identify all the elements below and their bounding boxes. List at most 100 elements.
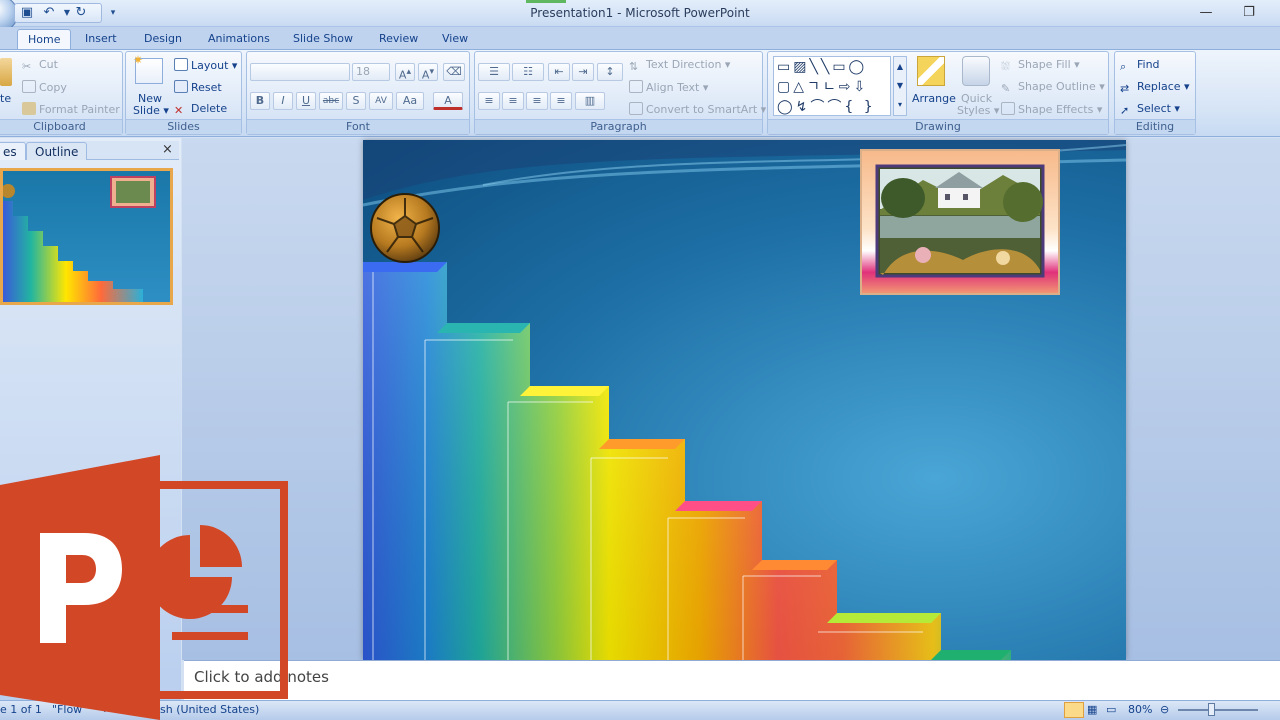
align-text-icon (629, 80, 643, 93)
numbering-button[interactable]: ☷ (512, 63, 544, 81)
select-label: Select (1137, 102, 1171, 115)
effects-icon (1001, 102, 1015, 115)
tab-review[interactable]: Review (369, 29, 428, 49)
align-left-button[interactable]: ≡ (478, 92, 500, 110)
clipboard-label: Clipboard (0, 119, 122, 134)
cut-button[interactable]: ✂ Cut (22, 58, 58, 73)
replace-icon: ⇄ (1120, 82, 1130, 95)
find-label: Find (1137, 58, 1160, 71)
tab-design[interactable]: Design (134, 29, 192, 49)
quick-styles-icon[interactable] (962, 56, 990, 86)
font-label: Font (247, 119, 469, 134)
decrease-indent-button[interactable]: ⇤ (548, 63, 570, 81)
copy-icon (22, 80, 36, 93)
slide-thumbnail[interactable] (0, 168, 173, 305)
tab-outline[interactable]: Outline (26, 142, 88, 160)
shape-effects-button[interactable]: Shape Effects ▾ (1001, 102, 1102, 116)
justify-button[interactable]: ≡ (550, 92, 572, 110)
bold-button[interactable]: B (250, 92, 270, 110)
reset-button[interactable]: Reset (174, 80, 222, 94)
tab-slides[interactable]: es (0, 142, 26, 160)
clear-format-icon[interactable]: ⌫ (443, 63, 465, 81)
italic-button[interactable]: I (273, 92, 293, 110)
align-text-button[interactable]: Align Text ▾ (629, 80, 708, 94)
change-case-button[interactable]: Aa (396, 92, 424, 110)
shadow-button[interactable]: S (346, 92, 366, 110)
zoom-level[interactable]: 80% (1128, 703, 1152, 716)
zoom-out-icon[interactable]: ⊖ (1160, 703, 1169, 716)
shrink-font-button[interactable]: A▾ (418, 63, 438, 82)
font-size-input[interactable]: 18 (352, 63, 390, 81)
layout-button[interactable]: Layout ▾ (174, 58, 237, 72)
restore-icon[interactable]: ❐ (1238, 3, 1260, 23)
tab-animations[interactable]: Animations (198, 29, 280, 49)
drawing-label: Drawing (768, 119, 1108, 134)
copy-label: Copy (39, 81, 67, 94)
brush-icon (22, 102, 36, 115)
copy-button[interactable]: Copy (22, 80, 67, 94)
tab-home[interactable]: Home (17, 29, 72, 49)
new-slide-label-2[interactable]: Slide ▾ (133, 104, 169, 117)
font-name-input[interactable] (250, 63, 350, 81)
text-direction-icon: ⇅ (629, 60, 639, 73)
find-button[interactable]: ⌕ Find (1120, 58, 1160, 73)
close-pane-icon[interactable]: × (162, 142, 173, 157)
reset-label: Reset (191, 81, 222, 94)
shape-effects-label: Shape Effects (1018, 103, 1094, 116)
paint-bucket-icon: ⛆ (1001, 60, 1010, 73)
zoom-slider-thumb[interactable] (1208, 703, 1215, 716)
pen-icon: ✎ (1001, 82, 1011, 95)
underline-button[interactable]: U (296, 92, 316, 110)
align-center-button[interactable]: ≡ (502, 92, 524, 110)
notes-pane[interactable] (184, 660, 1280, 700)
shape-outline-button[interactable]: ✎ Shape Outline ▾ (1001, 80, 1105, 95)
paste-button[interactable]: te (0, 92, 11, 105)
char-spacing-button[interactable]: AV (369, 92, 393, 110)
convert-smartart-button[interactable]: Convert to SmartArt ▾ (629, 102, 766, 116)
smartart-icon (629, 102, 643, 115)
slide-canvas[interactable] (363, 140, 1126, 660)
replace-button[interactable]: ⇄ Replace ▾ (1120, 80, 1190, 95)
font-color-button[interactable]: A (433, 92, 463, 110)
scissors-icon: ✂ (22, 60, 32, 73)
bullets-button[interactable]: ☰ (478, 63, 510, 81)
delete-button[interactable]: ✕ Delete (174, 102, 227, 117)
delete-icon: ✕ (174, 104, 184, 117)
shape-fill-button[interactable]: ⛆ Shape Fill ▾ (1001, 58, 1080, 73)
slideshow-view-icon[interactable]: ▭ (1106, 703, 1116, 716)
tab-view[interactable]: View (432, 29, 478, 49)
shapes-scroll[interactable]: ▲ ▼ ▾ (893, 56, 907, 116)
strikethrough-button[interactable]: abc (319, 92, 343, 110)
replace-label: Replace (1137, 80, 1181, 93)
minimize-icon[interactable]: — (1195, 3, 1217, 23)
line-spacing-button[interactable]: ↕ (597, 63, 623, 81)
select-button[interactable]: ➚ Select ▾ (1120, 102, 1180, 117)
slide-graphics (363, 140, 1126, 660)
styles-label[interactable]: Styles ▾ (957, 104, 999, 117)
zoom-slider[interactable] (1178, 709, 1258, 711)
normal-view-icon[interactable] (1064, 702, 1084, 718)
align-text-label: Align Text (646, 81, 700, 94)
tab-slide-show[interactable]: Slide Show (283, 29, 363, 49)
arrange-label[interactable]: Arrange (912, 92, 956, 105)
tab-insert[interactable]: Insert (75, 29, 127, 49)
shapes-gallery[interactable]: ▭▨╲╲▭◯ ▢△ㄱㄴ⇨⇩ ◯↯⌒⌒{ } (773, 56, 891, 116)
convert-smartart-label: Convert to SmartArt (646, 103, 758, 116)
shape-fill-label: Shape Fill (1018, 58, 1071, 71)
arrange-icon[interactable] (917, 56, 945, 86)
slides-label: Slides (126, 119, 241, 134)
powerpoint-logo (0, 455, 288, 720)
align-right-button[interactable]: ≡ (526, 92, 548, 110)
cursor-icon: ➚ (1120, 104, 1130, 117)
text-direction-button[interactable]: ⇅ Text Direction ▾ (629, 58, 730, 73)
columns-button[interactable]: ▥ (575, 92, 605, 110)
editing-label: Editing (1115, 119, 1195, 134)
slide-sorter-icon[interactable]: ▦ (1087, 703, 1097, 716)
binoculars-icon: ⌕ (1120, 60, 1127, 73)
grow-font-button[interactable]: A▴ (395, 63, 415, 82)
paste-icon[interactable] (0, 58, 12, 86)
format-painter-button[interactable]: Format Painter (22, 102, 120, 116)
ribbon-tabs (0, 27, 1280, 49)
title-accent (526, 0, 566, 3)
increase-indent-button[interactable]: ⇥ (572, 63, 594, 81)
